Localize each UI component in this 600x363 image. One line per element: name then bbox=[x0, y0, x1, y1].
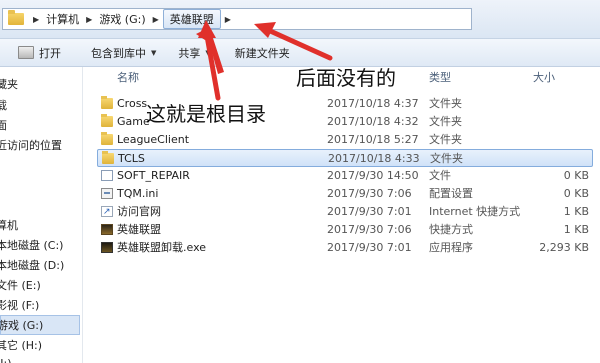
file-size: 1 KB bbox=[563, 205, 589, 218]
file-icon bbox=[101, 170, 113, 181]
file-date: 2017/9/30 14:50 bbox=[327, 169, 419, 182]
folder-icon bbox=[101, 96, 113, 109]
include-in-library-button[interactable]: 包含到库中 ▼ bbox=[71, 45, 166, 61]
navigation-pane: 藏夹 载 面 近访问的位置 算机 本地磁盘 (C:) 本地磁盘 (D:) 文件 … bbox=[0, 67, 83, 363]
share-label: 共享 bbox=[178, 46, 201, 60]
column-header-size[interactable]: 大小 bbox=[533, 67, 555, 89]
include-in-library-label: 包含到库中 bbox=[91, 46, 146, 60]
column-header-name[interactable]: 名称 bbox=[117, 67, 139, 89]
file-type: 应用程序 bbox=[429, 241, 473, 254]
address-bar[interactable]: ▶ 计算机 ▶ 游戏 (G:) ▶ 英雄联盟 ▶ bbox=[2, 8, 472, 30]
address-bar-area: ▶ 计算机 ▶ 游戏 (G:) ▶ 英雄联盟 ▶ bbox=[0, 0, 600, 39]
breadcrumb-computer[interactable]: 计算机 bbox=[43, 11, 82, 27]
annotation-root-directory: 这就是根目录 bbox=[146, 102, 266, 126]
file-type: Internet 快捷方式 bbox=[429, 205, 521, 218]
file-size: 1 KB bbox=[563, 223, 589, 236]
open-label: 打开 bbox=[39, 46, 61, 60]
file-name: 访问官网 bbox=[117, 205, 161, 218]
chevron-right-icon[interactable]: ▶ bbox=[29, 15, 43, 24]
file-name: Game bbox=[117, 115, 150, 128]
breadcrumb-current-folder[interactable]: 英雄联盟 bbox=[162, 9, 221, 29]
file-type: 配置设置 bbox=[429, 187, 473, 200]
file-date: 2017/10/18 4:33 bbox=[328, 152, 420, 165]
folder-icon bbox=[102, 151, 114, 164]
sidebar-item-drive-h[interactable]: 其它 (H:) bbox=[0, 336, 42, 356]
new-folder-button[interactable]: 新建文件夹 bbox=[221, 45, 300, 61]
file-date: 2017/10/18 4:32 bbox=[327, 115, 419, 128]
file-date: 2017/10/18 5:27 bbox=[327, 133, 419, 146]
file-row-selected[interactable]: TCLS 2017/10/18 4:33 文件夹 bbox=[97, 149, 593, 167]
file-date: 2017/9/30 7:06 bbox=[327, 187, 412, 200]
dropdown-arrow-icon: ▼ bbox=[205, 48, 211, 57]
file-type: 文件夹 bbox=[430, 152, 463, 165]
internet-shortcut-icon bbox=[101, 203, 113, 221]
file-date: 2017/9/30 7:01 bbox=[327, 205, 412, 218]
sidebar-item-label: 游戏 (G:) bbox=[0, 319, 44, 332]
sidebar-item-drive-f[interactable]: 影视 (F:) bbox=[0, 296, 39, 316]
file-size: 0 KB bbox=[563, 169, 589, 182]
file-size: 2,293 KB bbox=[539, 241, 589, 254]
file-row[interactable]: 访问官网 2017/9/30 7:01 Internet 快捷方式 1 KB bbox=[97, 203, 593, 221]
sidebar-item-recent-places[interactable]: 近访问的位置 bbox=[0, 136, 62, 156]
file-size: 0 KB bbox=[563, 187, 589, 200]
open-button[interactable]: 打开 bbox=[0, 45, 71, 61]
chevron-right-icon[interactable]: ▶ bbox=[221, 15, 235, 24]
file-row[interactable]: 英雄联盟卸载.exe 2017/9/30 7:01 应用程序 2,293 KB bbox=[97, 239, 593, 257]
file-row[interactable]: LeagueClient 2017/10/18 5:27 文件夹 bbox=[97, 131, 593, 149]
chevron-right-icon[interactable]: ▶ bbox=[82, 15, 96, 24]
sidebar-item-drive-c[interactable]: 本地磁盘 (C:) bbox=[0, 236, 63, 256]
breadcrumb-drive-g[interactable]: 游戏 (G:) bbox=[96, 11, 148, 27]
folder-icon bbox=[101, 114, 113, 127]
file-date: 2017/10/18 4:37 bbox=[327, 97, 419, 110]
column-header-type[interactable]: 类型 bbox=[429, 67, 451, 89]
open-icon bbox=[18, 46, 34, 59]
file-name: TCLS bbox=[118, 152, 145, 165]
dropdown-arrow-icon: ▼ bbox=[151, 48, 157, 57]
file-row[interactable]: TQM.ini 2017/9/30 7:06 配置设置 0 KB bbox=[97, 185, 593, 203]
file-name: LeagueClient bbox=[117, 133, 190, 146]
file-type: 文件 bbox=[429, 169, 451, 182]
file-name: TQM.ini bbox=[117, 187, 159, 200]
sidebar-item-desktop[interactable]: 面 bbox=[0, 116, 7, 136]
sidebar-item-favorites[interactable]: 藏夹 bbox=[0, 75, 18, 95]
file-name: 英雄联盟 bbox=[117, 223, 161, 236]
file-row[interactable]: SOFT_REPAIR 2017/9/30 14:50 文件 0 KB bbox=[97, 167, 593, 185]
file-name: Cross bbox=[117, 97, 148, 110]
sidebar-item-downloads[interactable]: 载 bbox=[0, 96, 7, 116]
file-name: SOFT_REPAIR bbox=[117, 169, 190, 182]
file-name: 英雄联盟卸载.exe bbox=[117, 241, 207, 254]
ini-file-icon bbox=[101, 188, 113, 199]
file-date: 2017/9/30 7:06 bbox=[327, 223, 412, 236]
file-type: 文件夹 bbox=[429, 115, 462, 128]
file-row[interactable]: 英雄联盟 2017/9/30 7:06 快捷方式 1 KB bbox=[97, 221, 593, 239]
exe-icon bbox=[101, 242, 113, 253]
file-type: 文件夹 bbox=[429, 97, 462, 110]
file-type: 快捷方式 bbox=[429, 223, 473, 236]
game-shortcut-icon bbox=[101, 224, 113, 235]
sidebar-item-drive-d[interactable]: 本地磁盘 (D:) bbox=[0, 256, 64, 276]
new-folder-label: 新建文件夹 bbox=[234, 46, 290, 60]
folder-icon bbox=[101, 132, 113, 145]
folder-icon bbox=[8, 10, 24, 25]
sidebar-item-computer[interactable]: 算机 bbox=[0, 216, 18, 236]
annotation-nothing-after: 后面没有的 bbox=[296, 66, 396, 90]
file-date: 2017/9/30 7:01 bbox=[327, 241, 412, 254]
chevron-right-icon[interactable]: ▶ bbox=[149, 15, 163, 24]
file-type: 文件夹 bbox=[429, 133, 462, 146]
sidebar-item-drive-i[interactable]: (I:) bbox=[0, 354, 12, 363]
sidebar-item-drive-e[interactable]: 文件 (E:) bbox=[0, 276, 41, 296]
sidebar-item-drive-g[interactable]: 游戏 (G:) bbox=[0, 315, 80, 335]
share-button[interactable]: 共享 ▼ bbox=[166, 45, 220, 61]
